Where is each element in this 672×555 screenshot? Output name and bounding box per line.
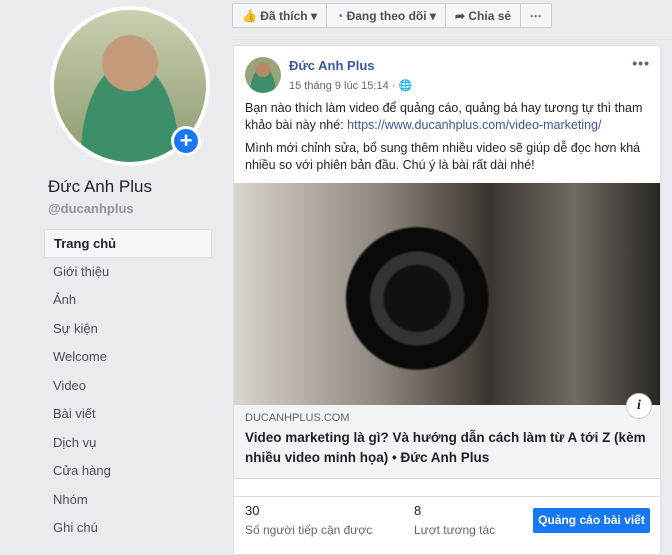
nav-photos[interactable]: Ảnh [44,286,212,315]
thumbs-up-icon: 👍 [242,9,257,23]
nav-events[interactable]: Sự kiện [44,315,212,344]
post-options-icon[interactable]: ••• [632,55,650,71]
post-link[interactable]: https://www.ducanhplus.com/video-marketi… [347,118,601,132]
rss-icon: ◔ [336,9,344,23]
link-preview-image[interactable] [234,183,660,405]
share-arrow-icon: ➦ [454,9,466,23]
post-time[interactable]: 15 tháng 9 lúc 15:14 · 🌐 [289,79,412,92]
nav-posts[interactable]: Bài viết [44,400,212,429]
reach-stat[interactable]: 30 Số người tiếp cận được [245,503,372,537]
page-nav: Trang chủ Giới thiệu Ảnh Sự kiện Welcome… [44,229,212,543]
share-button[interactable]: ➦ Chia sẻ [446,4,522,27]
add-photo-plus-icon[interactable]: + [171,126,201,156]
nav-groups[interactable]: Nhóm [44,486,212,515]
page-action-bar: 👍 Đã thích ▾ ◔ Đang theo dõi ▾ ➦ Chia sẻ… [232,3,553,28]
post-author[interactable]: Đức Anh Plus [289,58,375,73]
liked-button[interactable]: 👍 Đã thích ▾ [233,4,327,27]
nav-welcome[interactable]: Welcome [44,343,212,372]
info-icon[interactable]: i [626,393,652,419]
divider [234,496,660,497]
nav-video[interactable]: Video [44,372,212,401]
post-text: Bạn nào thích làm video để quảng cáo, qu… [245,101,643,172]
link-domain: DUCANHPLUS.COM [245,412,350,424]
link-title[interactable]: Video marketing là gì? Và hướng dẫn cách… [245,428,649,468]
page-handle[interactable]: @ducanhplus [48,201,134,216]
following-button[interactable]: ◔ Đang theo dõi ▾ [327,4,446,27]
link-preview[interactable]: DUCANHPLUS.COM Video marketing là gì? Và… [234,405,660,479]
more-button[interactable]: ··· [521,4,551,27]
author-avatar[interactable] [245,57,281,93]
nav-shop[interactable]: Cửa hàng [44,457,212,486]
nav-services[interactable]: Dịch vụ [44,429,212,458]
globe-icon: 🌐 [398,80,413,92]
nav-home[interactable]: Trang chủ [44,229,212,258]
post-card: Đức Anh Plus 15 tháng 9 lúc 15:14 · 🌐 ••… [233,45,661,555]
boost-post-button[interactable]: Quảng cáo bài viết [533,508,650,533]
nav-notes[interactable]: Ghi chú [44,514,212,543]
divider [232,39,672,40]
left-sidebar: + Đức Anh Plus @ducanhplus Trang chủ Giớ… [0,0,222,545]
engagement-stat[interactable]: 8 Lượt tương tác [414,503,495,537]
nav-about[interactable]: Giới thiệu [44,258,212,287]
page-name[interactable]: Đức Anh Plus [48,177,152,197]
